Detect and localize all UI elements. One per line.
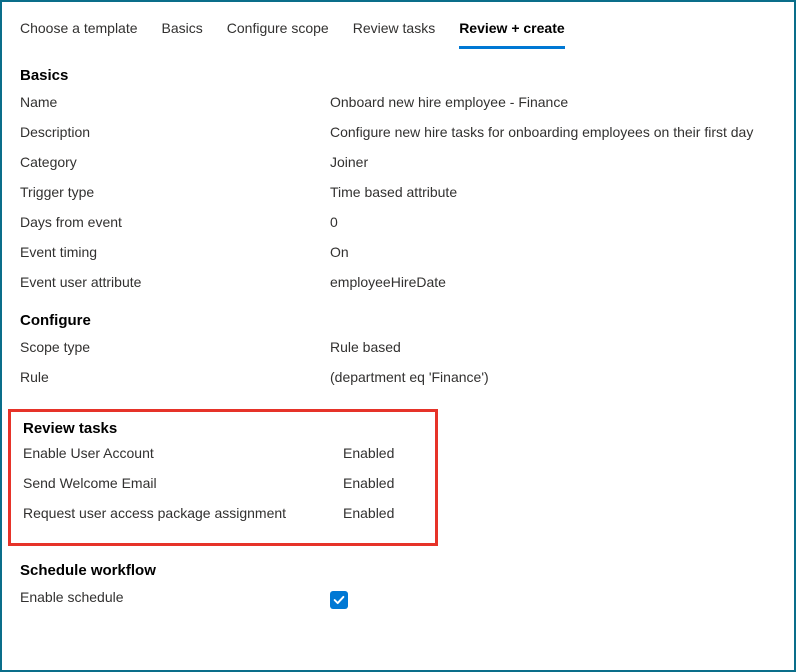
label-name: Name [20,94,330,110]
section-heading-basics: Basics [20,67,776,84]
value-request-access-package: Enabled [343,505,394,521]
row-enable-user-account: Enable User Account Enabled [23,445,423,469]
value-enable-schedule [330,589,348,610]
label-event-user-attribute: Event user attribute [20,274,330,290]
review-tasks-highlight: Review tasks Enable User Account Enabled… [8,409,438,546]
row-request-access-package: Request user access package assignment E… [23,505,423,529]
label-enable-schedule: Enable schedule [20,589,330,605]
tab-review-create[interactable]: Review + create [459,14,564,49]
value-days-from-event: 0 [330,214,338,230]
label-category: Category [20,154,330,170]
row-trigger-type: Trigger type Time based attribute [20,184,776,208]
tab-review-tasks[interactable]: Review tasks [353,14,435,49]
section-heading-configure: Configure [20,312,776,329]
row-enable-schedule: Enable schedule [20,589,776,613]
row-description: Description Configure new hire tasks for… [20,124,776,148]
tab-basics[interactable]: Basics [162,14,203,49]
label-description: Description [20,124,330,140]
row-event-user-attribute: Event user attribute employeeHireDate [20,274,776,298]
section-heading-review-tasks: Review tasks [23,420,423,437]
value-scope-type: Rule based [330,339,401,355]
tab-bar: Choose a template Basics Configure scope… [20,14,776,49]
value-trigger-type: Time based attribute [330,184,457,200]
value-event-user-attribute: employeeHireDate [330,274,446,290]
value-rule: (department eq 'Finance') [330,369,489,385]
label-send-welcome-email: Send Welcome Email [23,475,343,491]
value-name: Onboard new hire employee - Finance [330,94,568,110]
label-enable-user-account: Enable User Account [23,445,343,461]
checkmark-icon [332,593,346,607]
label-event-timing: Event timing [20,244,330,260]
value-description: Configure new hire tasks for onboarding … [330,124,753,140]
section-heading-schedule: Schedule workflow [20,562,776,579]
label-days-from-event: Days from event [20,214,330,230]
label-rule: Rule [20,369,330,385]
tab-configure-scope[interactable]: Configure scope [227,14,329,49]
value-send-welcome-email: Enabled [343,475,394,491]
label-trigger-type: Trigger type [20,184,330,200]
row-scope-type: Scope type Rule based [20,339,776,363]
tab-choose-template[interactable]: Choose a template [20,14,138,49]
row-rule: Rule (department eq 'Finance') [20,369,776,393]
label-request-access-package: Request user access package assignment [23,505,343,521]
row-send-welcome-email: Send Welcome Email Enabled [23,475,423,499]
label-scope-type: Scope type [20,339,330,355]
row-name: Name Onboard new hire employee - Finance [20,94,776,118]
value-category: Joiner [330,154,368,170]
value-event-timing: On [330,244,349,260]
row-days-from-event: Days from event 0 [20,214,776,238]
enable-schedule-checkbox[interactable] [330,591,348,609]
row-category: Category Joiner [20,154,776,178]
row-event-timing: Event timing On [20,244,776,268]
value-enable-user-account: Enabled [343,445,394,461]
